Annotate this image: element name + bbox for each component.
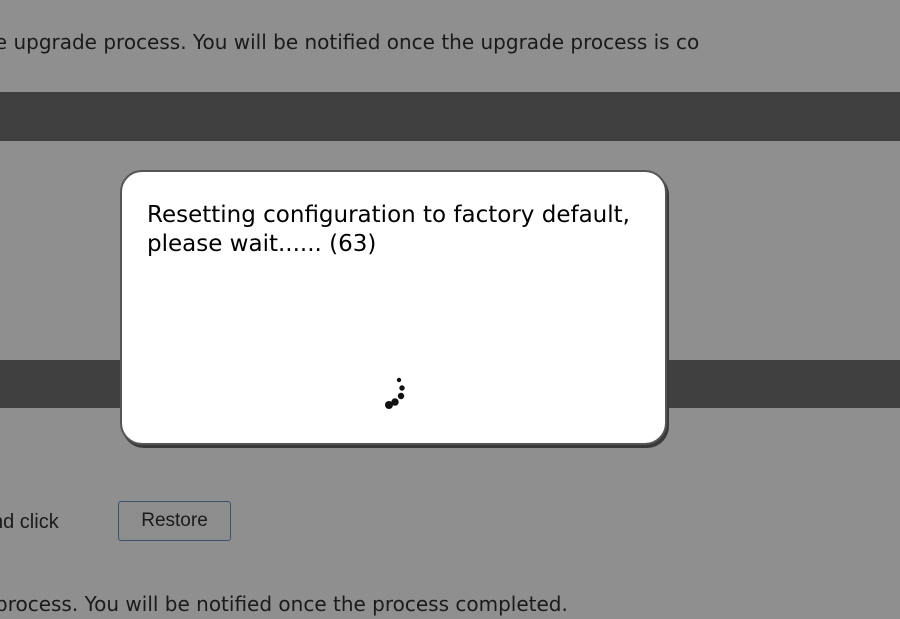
spinner-dot [396, 377, 402, 383]
loading-spinner-icon [385, 377, 405, 409]
restore-instruction-text: nd click [0, 511, 59, 533]
spinner-dot [397, 392, 405, 400]
section-header-bar [0, 92, 900, 141]
dialog-message: Resetting configuration to factory defau… [147, 202, 630, 257]
upgrade-info-text: re upgrade process. You will be notified… [0, 30, 700, 54]
restore-button[interactable]: Restore [118, 501, 231, 541]
restore-info-text: process. You will be notified once the p… [0, 592, 568, 616]
spinner-dot [399, 385, 405, 391]
page: re upgrade process. You will be notified… [0, 0, 900, 619]
spinner-dot [385, 401, 393, 409]
progress-dialog: Resetting configuration to factory defau… [120, 170, 667, 445]
